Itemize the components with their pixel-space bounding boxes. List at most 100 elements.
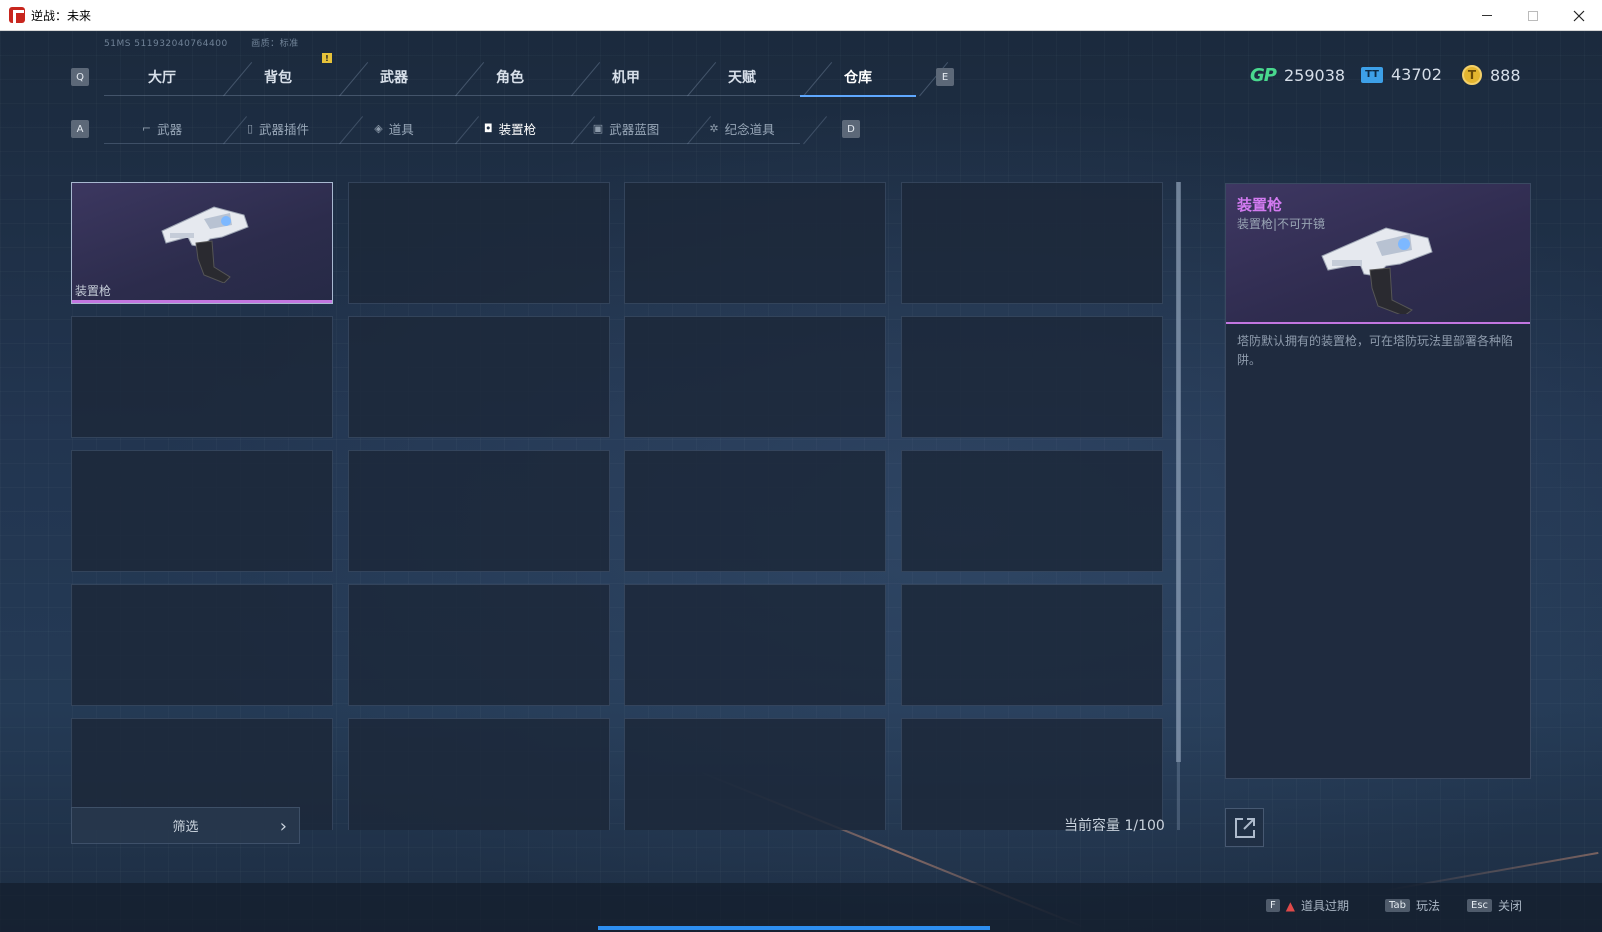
inventory-slot[interactable] [71,584,333,706]
tab-hall[interactable]: 大厅 [104,58,220,96]
souvenir-icon: ✲ [709,121,719,135]
expire-label: 道具过期 [1301,899,1350,913]
tab-label: 机甲 [612,70,640,86]
inventory-slot[interactable] [624,316,886,438]
gp-currency: GP 259038 [1250,65,1345,86]
item-detail-subtitle: 装置枪|不可开镜 [1237,217,1326,231]
minimize-button[interactable] [1464,0,1510,31]
filter-label: 筛选 [172,820,199,835]
inventory-item-name: 装置枪 [75,284,112,298]
key-esc: Esc [1467,899,1493,912]
inventory-slot[interactable] [624,182,886,304]
tab-mecha[interactable]: 机甲 [568,58,684,96]
prev-main-tab-key[interactable]: Q [71,68,89,86]
subtab-souvenirs[interactable]: ✲ 纪念道具 [684,112,800,144]
device-gun-icon [161,206,249,283]
tab-warehouse[interactable]: 仓库 [800,58,916,97]
active-tab-underline [800,95,916,97]
gp-value: 259038 [1283,66,1346,85]
tab-talent[interactable]: 天赋 [684,58,800,96]
close-hint[interactable]: Esc 关闭 [1467,897,1522,914]
inventory-slot[interactable] [901,450,1163,572]
prev-sub-tab-key[interactable]: A [71,120,89,138]
plugin-icon: ▯ [246,121,254,135]
maximize-icon [1528,10,1538,21]
mode-label: 玩法 [1415,899,1440,913]
subtab-device-gun[interactable]: ◘ 装置枪 [452,112,568,144]
chevron-right-icon: › [279,816,287,837]
close-window-button[interactable] [1556,0,1602,31]
inventory-slot[interactable] [901,182,1163,304]
rarity-bar [72,300,332,303]
capacity-text: 当前容量 1/100 [1064,818,1165,834]
inventory-slot[interactable] [348,316,610,438]
inventory-slot[interactable] [901,584,1163,706]
inventory-slot[interactable]: 装置枪 [71,182,333,304]
blueprint-icon: ▣ [592,121,604,135]
inventory-slot[interactable] [348,450,610,572]
window-titlebar: 逆战：未来 [0,0,1602,31]
warning-icon: ▲ [1285,898,1295,913]
rifle-icon: ⌐ [141,121,152,135]
external-link-icon [1234,817,1255,838]
game-screen: 51MS 511932040764400 画质：标准 Q 大厅 背包 武器 角色… [0,31,1602,932]
item-icon: ◈ [374,121,383,135]
inventory-slot[interactable] [348,182,610,304]
ticket-value: 43702 [1391,65,1442,84]
subtab-weapon-plugins[interactable]: ▯ 武器插件 [220,112,336,144]
maximize-button[interactable] [1510,0,1556,31]
progress-accent-bar [598,926,990,930]
close-label: 关闭 [1498,899,1523,913]
next-main-tab-key[interactable]: E [936,68,954,86]
ticket-icon: TT [1361,66,1383,83]
tab-backpack[interactable]: 背包 [220,58,336,96]
subtab-items[interactable]: ◈ 道具 [336,112,452,144]
subtab-weapon-blueprints[interactable]: ▣ 武器蓝图 [568,112,684,144]
minimize-icon [1482,15,1492,16]
inventory-slot[interactable] [71,316,333,438]
filter-button[interactable]: 筛选 › [71,807,300,844]
backpack-alert-badge: ! [322,53,332,63]
tab-label: 角色 [496,70,524,86]
subtab-label: 武器 [157,121,183,137]
tab-label: 仓库 [844,70,872,86]
next-sub-tab-key[interactable]: D [842,120,860,138]
system-info: 51MS 511932040764400 画质：标准 [104,36,319,49]
main-tab-bar: 大厅 背包 武器 角色 机甲 天赋 仓库 [104,58,916,97]
tab-label: 背包 [264,70,292,86]
inventory-scroll-thumb[interactable] [1176,182,1181,762]
device-gun-icon: ◘ [483,121,493,135]
inventory-slot[interactable] [624,718,886,830]
ticket-currency: TT 43702 [1361,65,1442,84]
subtab-weapons[interactable]: ⌐ 武器 [104,112,220,144]
app-icon [9,7,25,23]
inventory-slot[interactable] [901,718,1163,830]
inventory-slot[interactable] [348,718,610,830]
inventory-slot[interactable] [71,450,333,572]
subtab-label: 道具 [388,121,414,137]
expire-hint[interactable]: F ▲ 道具过期 [1266,897,1349,914]
item-detail-description: 塔防默认拥有的装置枪，可在塔防玩法里部署各种陷阱。 [1237,334,1514,367]
inventory-slot[interactable] [624,584,886,706]
expand-view-button[interactable] [1225,808,1264,847]
tab-label: 天赋 [728,70,756,86]
item-detail-name: 装置枪 [1237,196,1283,214]
key-tab: Tab [1385,899,1410,912]
subtab-label: 装置枪 [498,121,537,137]
inventory-slot[interactable] [901,316,1163,438]
coin-value: 888 [1490,65,1521,85]
coin-currency: T 888 [1462,65,1521,85]
tab-label: 大厅 [148,70,176,86]
quality-setting: 画质：标准 [251,39,299,49]
tab-character[interactable]: 角色 [452,58,568,96]
tab-weapons[interactable]: 武器 [336,58,452,96]
window-controls [1464,0,1602,31]
gp-icon: GP [1250,65,1277,86]
tab-label: 武器 [380,70,408,86]
device-gun-preview-icon [1321,227,1433,314]
inventory-slot[interactable] [624,450,886,572]
item-detail-panel: 装置枪 装置枪|不可开镜 塔防默认拥有的装置枪，可在塔防玩法里部署各种陷阱。 [1225,183,1531,779]
inventory-slot[interactable] [348,584,610,706]
mode-hint[interactable]: Tab 玩法 [1385,897,1440,914]
inventory-grid: 装置枪 [71,182,1165,830]
